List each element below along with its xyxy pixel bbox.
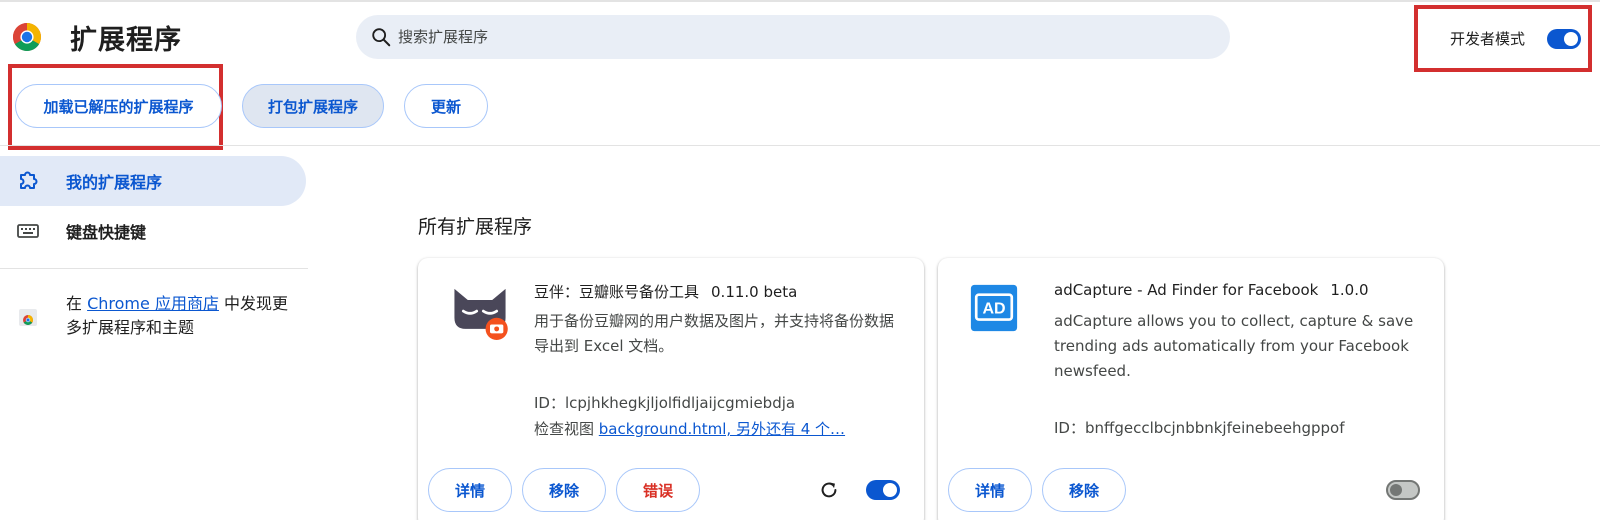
keyboard-icon [17, 224, 39, 238]
pack-extension-button[interactable]: 打包扩展程序 [242, 84, 384, 128]
developer-mode-label: 开发者模式 [1450, 30, 1526, 48]
sidebar-item-my-extensions[interactable]: 我的扩展程序 [0, 156, 306, 206]
extension-description: adCapture allows you to collect, capture… [1054, 312, 1414, 380]
page-title: 扩展程序 [70, 25, 182, 56]
inspect-views-link[interactable]: background.html, 另外还有 4 个… [599, 420, 845, 438]
cat-icon [454, 288, 508, 340]
toggle-knob [1564, 31, 1579, 46]
extension-description: 用于备份豆瓣网的用户数据及图片，并支持将备份数据导出到 Excel 文档。 [534, 312, 895, 355]
chrome-web-store-link[interactable]: Chrome 应用商店 [87, 294, 219, 313]
update-button[interactable]: 更新 [404, 84, 488, 128]
extension-name: adCapture - Ad Finder for Facebook 1.0.0 [1054, 281, 1369, 299]
svg-text:AD: AD [982, 300, 1005, 317]
extension-enable-toggle[interactable] [1386, 480, 1420, 500]
search-bar[interactable] [356, 15, 1230, 59]
sidebar-item-label: 我的扩展程序 [66, 173, 163, 192]
extension-enable-toggle[interactable] [866, 480, 900, 500]
remove-button[interactable]: 移除 [522, 468, 606, 512]
load-unpacked-button[interactable]: 加载已解压的扩展程序 [15, 84, 222, 128]
store-prefix: 在 [66, 294, 88, 313]
details-button[interactable]: 详情 [948, 468, 1032, 512]
sidebar-item-keyboard-shortcuts[interactable]: 键盘快捷键 [0, 206, 306, 256]
extension-title: 豆伴：豆瓣账号备份工具 [534, 283, 700, 301]
web-store-icon [19, 309, 37, 326]
extension-id: ID：bnffgecclbcjnbbnkjfeinebeehgppof [1054, 419, 1345, 437]
section-title: 所有扩展程序 [418, 216, 533, 238]
top-border [0, 0, 1600, 2]
ad-capture-icon: AD [970, 284, 1018, 332]
extension-title: adCapture - Ad Finder for Facebook [1054, 281, 1319, 299]
inspect-views: 检查视图 background.html, 另外还有 4 个… [534, 418, 845, 439]
remove-button[interactable]: 移除 [1042, 468, 1126, 512]
developer-mode-toggle[interactable] [1547, 28, 1582, 49]
extension-version: 1.0.0 [1330, 281, 1369, 299]
developer-mode-highlight: 开发者模式 [1414, 5, 1592, 72]
chrome-logo-icon [13, 23, 41, 51]
errors-button[interactable]: 错误 [616, 468, 700, 512]
puzzle-icon [20, 171, 38, 189]
details-button[interactable]: 详情 [428, 468, 512, 512]
sidebar-divider [0, 268, 308, 269]
inspect-views-label: 检查视图 [534, 420, 599, 438]
reload-icon[interactable] [818, 479, 840, 501]
extension-id: ID：lcpjhkhegkjljolfidljaijcgmiebdja [534, 394, 796, 412]
search-icon [372, 28, 391, 47]
extension-name: 豆伴：豆瓣账号备份工具 0.11.0 beta [534, 281, 797, 302]
extension-card: 豆伴：豆瓣账号备份工具 0.11.0 beta 用于备份豆瓣网的用户数据及图片，并… [418, 258, 924, 520]
toolbar-divider [0, 145, 1600, 146]
extension-card: AD adCapture - Ad Finder for Facebook 1.0… [938, 258, 1444, 520]
toggle-knob [883, 483, 897, 497]
sidebar-item-label: 键盘快捷键 [66, 223, 147, 242]
toggle-knob [1390, 484, 1402, 496]
search-input[interactable] [398, 28, 1178, 46]
web-store-promo: 在 Chrome 应用商店 中发现更多扩展程序和主题 [66, 292, 301, 340]
extension-version: 0.11.0 beta [711, 283, 798, 301]
